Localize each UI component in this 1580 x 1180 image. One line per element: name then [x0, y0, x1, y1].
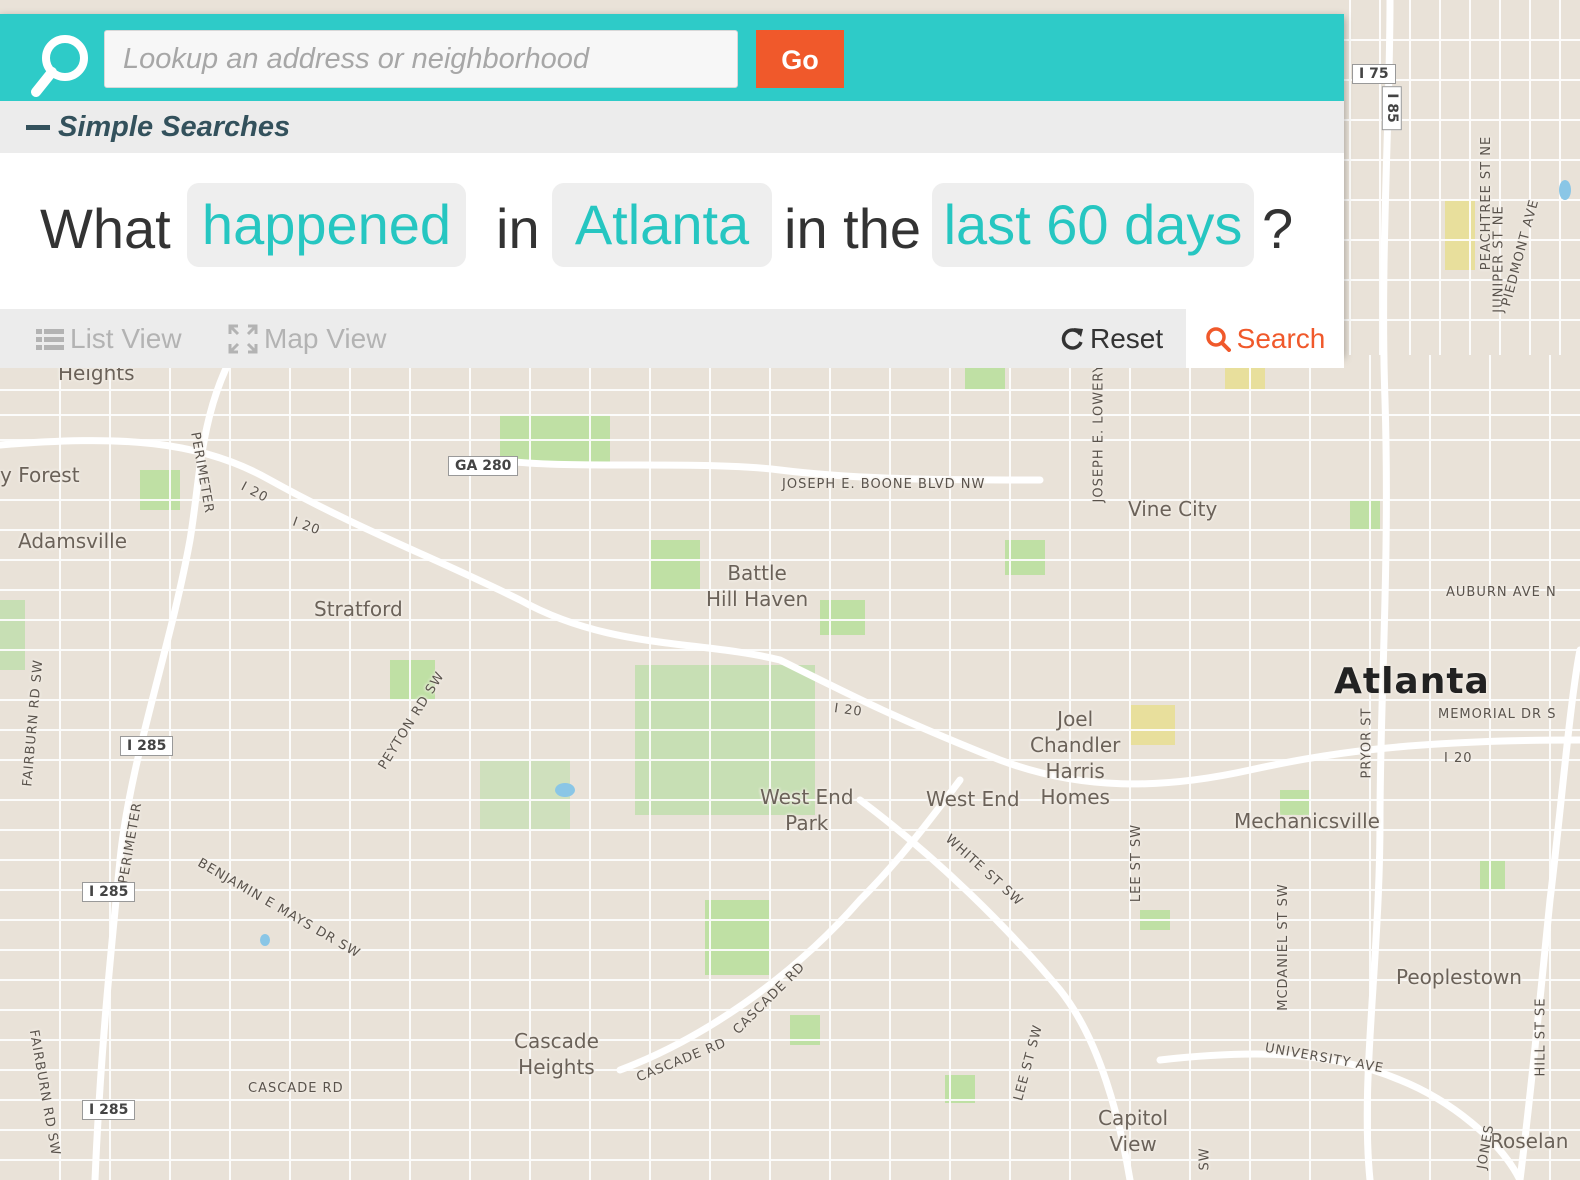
highway-shield: I 285 [82, 1100, 136, 1120]
road-label: CASCADE RD [248, 1081, 344, 1096]
expand-icon [228, 324, 258, 353]
search-button[interactable]: Search [1186, 309, 1344, 368]
map-view-label: Map View [264, 322, 387, 354]
list-icon [36, 328, 64, 350]
refresh-icon [1061, 327, 1083, 350]
highway-shield: GA 280 [448, 456, 519, 476]
city-label: Atlanta [1334, 661, 1490, 702]
road-label: MCDANIEL ST SW [1275, 883, 1291, 1011]
road-label: SW [1197, 1147, 1213, 1171]
map-view-button[interactable]: Map View [228, 309, 386, 368]
road-label: MEMORIAL DR S [1438, 707, 1557, 722]
road-label: I 20 [833, 701, 864, 720]
neighborhood-label: Mechanicsville [1234, 809, 1380, 833]
event-type-selector[interactable]: happened [187, 183, 466, 267]
road-label: JOSEPH E. LOWERY [1091, 363, 1107, 503]
highway-shield: I 285 [120, 736, 174, 756]
neighborhood-label: Capitol View [1098, 1106, 1169, 1156]
simple-searches-toggle[interactable]: Simple Searches [26, 101, 290, 153]
road-label: LEE ST SW [1129, 823, 1145, 903]
road-label: AUBURN AVE N [1446, 585, 1557, 600]
reset-button[interactable]: Reset [1060, 309, 1163, 368]
search-icon [1205, 326, 1231, 352]
neighborhood-label: Cascade Heights [514, 1029, 599, 1079]
neighborhood-label: Battle Hill Haven [706, 561, 809, 611]
neighborhood-label: Vine City [1128, 497, 1218, 521]
simple-searches-label: Simple Searches [58, 110, 291, 143]
search-input[interactable] [104, 30, 738, 88]
road-label: HILL ST SE [1533, 997, 1549, 1077]
road-label: PRYOR ST [1359, 707, 1375, 779]
neighborhood-label: West End Park [760, 785, 854, 835]
neighborhood-label: West End [926, 787, 1020, 811]
highway-shield: I 75 [1352, 64, 1396, 84]
road-label: I 20 [1444, 751, 1473, 766]
minus-icon [26, 124, 50, 130]
neighborhood-label: y Forest [0, 463, 80, 487]
neighborhood-label: Peoplestown [1396, 965, 1522, 989]
road-label: JOSEPH E. BOONE BLVD NW [782, 477, 986, 492]
simple-searches-bar: Simple Searches [0, 101, 1344, 153]
query-in-word: in [496, 197, 540, 260]
location-selector[interactable]: Atlanta [552, 183, 772, 267]
neighborhood-label: Adamsville [18, 529, 127, 553]
neighborhood-label: Stratford [314, 597, 403, 621]
search-panel: Go Simple Searches What happened in Atla… [0, 14, 1344, 368]
go-button[interactable]: Go [756, 30, 844, 88]
reset-label: Reset [1090, 322, 1164, 354]
timeframe-selector[interactable]: last 60 days [932, 183, 1254, 267]
query-time-word: in the [784, 197, 921, 260]
highway-shield: I 285 [82, 882, 136, 902]
action-bar: List View Map View Reset Search [0, 309, 1344, 368]
highway-shield: I 85 [1381, 86, 1402, 130]
search-icon[interactable] [30, 32, 92, 104]
neighborhood-label: Joel Chandler Harris Homes [1030, 707, 1121, 809]
search-label: Search [1236, 322, 1326, 354]
list-view-label: List View [70, 322, 182, 354]
list-view-button[interactable]: List View [36, 309, 182, 368]
query-sentence: What happened in Atlanta in the last 60 … [0, 153, 1344, 309]
query-prefix: What [40, 197, 171, 260]
search-bar: Go [0, 14, 1344, 101]
query-suffix: ? [1262, 197, 1294, 260]
